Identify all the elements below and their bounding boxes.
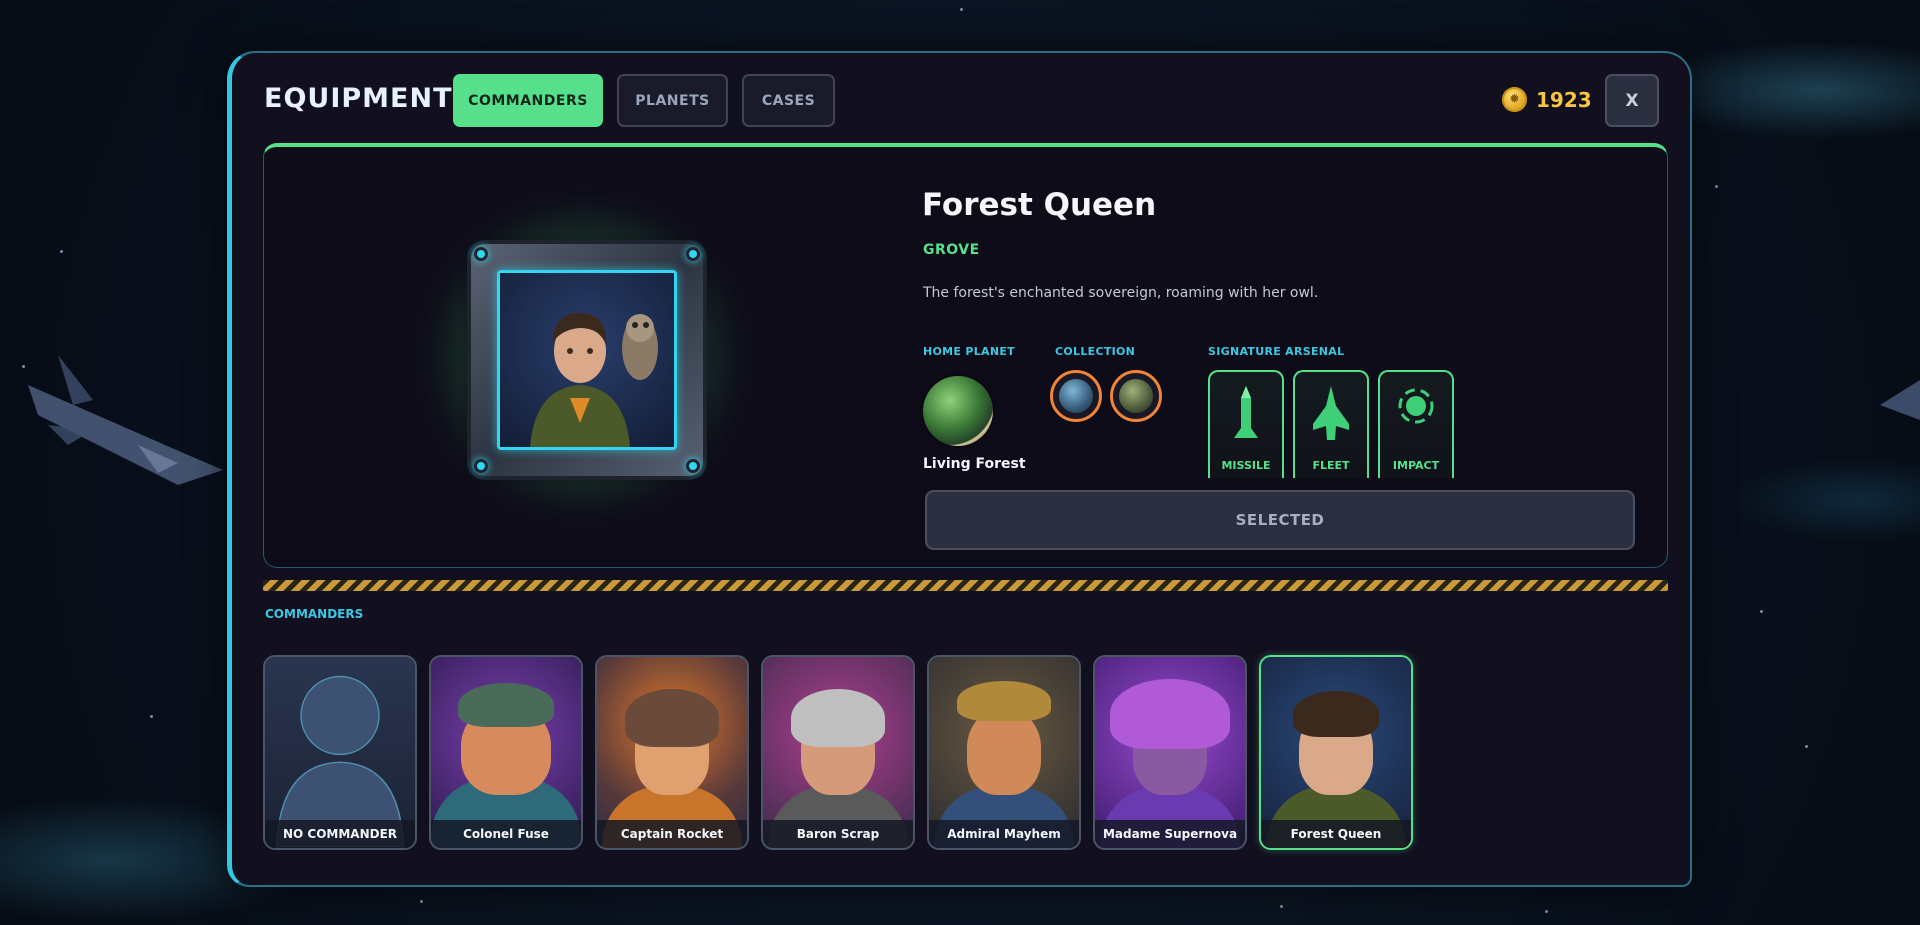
commander-detail-panel: Forest Queen GROVE The forest's enchante… xyxy=(263,143,1668,568)
commander-card-label: Admiral Mayhem xyxy=(929,820,1079,848)
commander-card-label: Colonel Fuse xyxy=(431,820,581,848)
arsenal-impact-label: IMPACT xyxy=(1392,459,1440,472)
commander-card-label: Captain Rocket xyxy=(597,820,747,848)
commander-card-label: Forest Queen xyxy=(1261,820,1411,848)
equipment-modal: EQUIPMENT COMMANDERS PLANETS CASES ✹ 192… xyxy=(227,51,1692,887)
tab-commanders[interactable]: COMMANDERS xyxy=(453,74,603,127)
tab-planets[interactable]: PLANETS xyxy=(617,74,728,127)
home-planet-name: Living Forest xyxy=(923,456,1026,472)
arsenal-missile[interactable]: MISSILE xyxy=(1208,370,1284,478)
commander-name: Forest Queen xyxy=(922,187,1157,223)
roster-section-label: COMMANDERS xyxy=(265,607,364,621)
collection-label: COLLECTION xyxy=(1055,345,1136,358)
collection-item-1[interactable] xyxy=(1050,370,1102,422)
close-button[interactable]: X xyxy=(1605,74,1659,127)
fleet-ship-icon xyxy=(1313,386,1349,440)
home-planet-icon[interactable] xyxy=(923,376,993,446)
commander-portrait xyxy=(497,270,677,450)
commander-card-colonel-fuse[interactable]: Colonel Fuse xyxy=(429,655,583,850)
tab-cases[interactable]: CASES xyxy=(742,74,835,127)
commander-faction: GROVE xyxy=(923,242,980,258)
selected-button[interactable]: SELECTED xyxy=(925,490,1635,550)
arsenal-fleet[interactable]: FLEET xyxy=(1293,370,1369,478)
arsenal-fleet-label: FLEET xyxy=(1312,459,1350,472)
commander-card-forest-queen[interactable]: Forest Queen xyxy=(1259,655,1413,850)
rocket-decoration-icon xyxy=(28,355,223,485)
home-planet-label: HOME PLANET xyxy=(923,345,1015,358)
hazard-stripe-divider xyxy=(263,580,1668,591)
empty-avatar-icon xyxy=(275,675,405,847)
arsenal-impact[interactable]: IMPACT xyxy=(1378,370,1454,478)
commander-card-label: NO COMMANDER xyxy=(265,820,415,848)
commander-card-none[interactable]: NO COMMANDER xyxy=(263,655,417,850)
signature-arsenal-label: SIGNATURE ARSENAL xyxy=(1208,345,1345,358)
commander-description: The forest's enchanted sovereign, roamin… xyxy=(923,285,1319,301)
coin-balance: ✹ 1923 xyxy=(1502,87,1592,112)
coin-icon: ✹ xyxy=(1502,87,1527,112)
commander-portrait-frame xyxy=(471,244,703,476)
commander-card-label: Madame Supernova xyxy=(1095,820,1245,848)
missile-icon xyxy=(1234,386,1258,438)
collection-item-2[interactable] xyxy=(1110,370,1162,422)
commander-card-admiral-mayhem[interactable]: Admiral Mayhem xyxy=(927,655,1081,850)
commander-card-baron-scrap[interactable]: Baron Scrap xyxy=(761,655,915,850)
ship-decoration-icon xyxy=(1880,380,1920,420)
commander-card-madame-supernova[interactable]: Madame Supernova xyxy=(1093,655,1247,850)
modal-title: EQUIPMENT xyxy=(264,83,453,114)
impact-icon xyxy=(1398,388,1434,424)
commander-card-captain-rocket[interactable]: Captain Rocket xyxy=(595,655,749,850)
coin-count: 1923 xyxy=(1536,87,1592,112)
arsenal-missile-label: MISSILE xyxy=(1221,459,1271,472)
commander-card-label: Baron Scrap xyxy=(763,820,913,848)
